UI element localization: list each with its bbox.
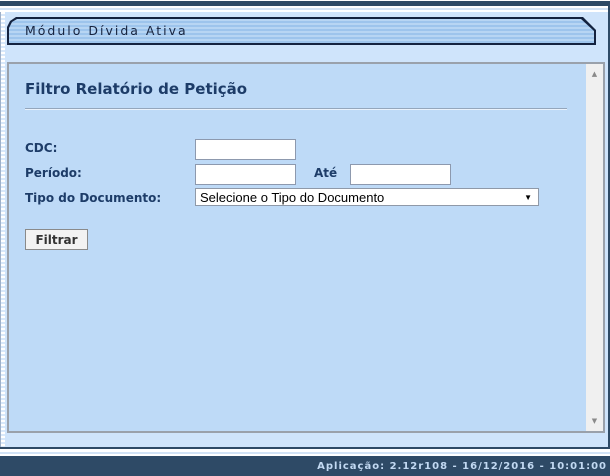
tipo-documento-label: Tipo do Documento:: [25, 191, 161, 205]
application-version-status: Aplicação: 2.12r108 - 16/12/2016 - 10:01…: [317, 461, 607, 472]
top-navy-bar: [0, 0, 610, 12]
tipo-documento-selected-value: Selecione o Tipo do Documento: [200, 190, 384, 205]
periodo-from-input[interactable]: [195, 164, 296, 185]
tipo-documento-select[interactable]: Selecione o Tipo do Documento ▼: [195, 188, 539, 206]
filtrar-button[interactable]: Filtrar: [25, 229, 88, 250]
module-window: Módulo Dívida Ativa Filtro Relatório de …: [0, 0, 610, 476]
footer-bar: Aplicação: 2.12r108 - 16/12/2016 - 10:01…: [0, 447, 610, 476]
scroll-up-icon[interactable]: ▲: [586, 66, 603, 82]
cdc-label: CDC:: [25, 141, 57, 155]
module-title: Módulo Dívida Ativa: [25, 17, 188, 43]
cdc-input[interactable]: [195, 139, 296, 160]
heading-divider: [25, 108, 567, 110]
filter-panel: Filtro Relatório de Petição CDC: Período…: [7, 62, 605, 433]
scroll-down-icon[interactable]: ▼: [586, 413, 603, 429]
periodo-label: Período:: [25, 166, 82, 180]
ate-label: Até: [314, 166, 337, 180]
left-striped-edge: [0, 12, 5, 447]
page-title: Filtro Relatório de Petição: [25, 80, 247, 98]
select-dropdown-arrow-icon: ▼: [524, 193, 532, 202]
periodo-to-input[interactable]: [350, 164, 451, 185]
module-title-tab: Módulo Dívida Ativa: [7, 17, 596, 45]
vertical-scrollbar[interactable]: ▲ ▼: [586, 64, 603, 431]
